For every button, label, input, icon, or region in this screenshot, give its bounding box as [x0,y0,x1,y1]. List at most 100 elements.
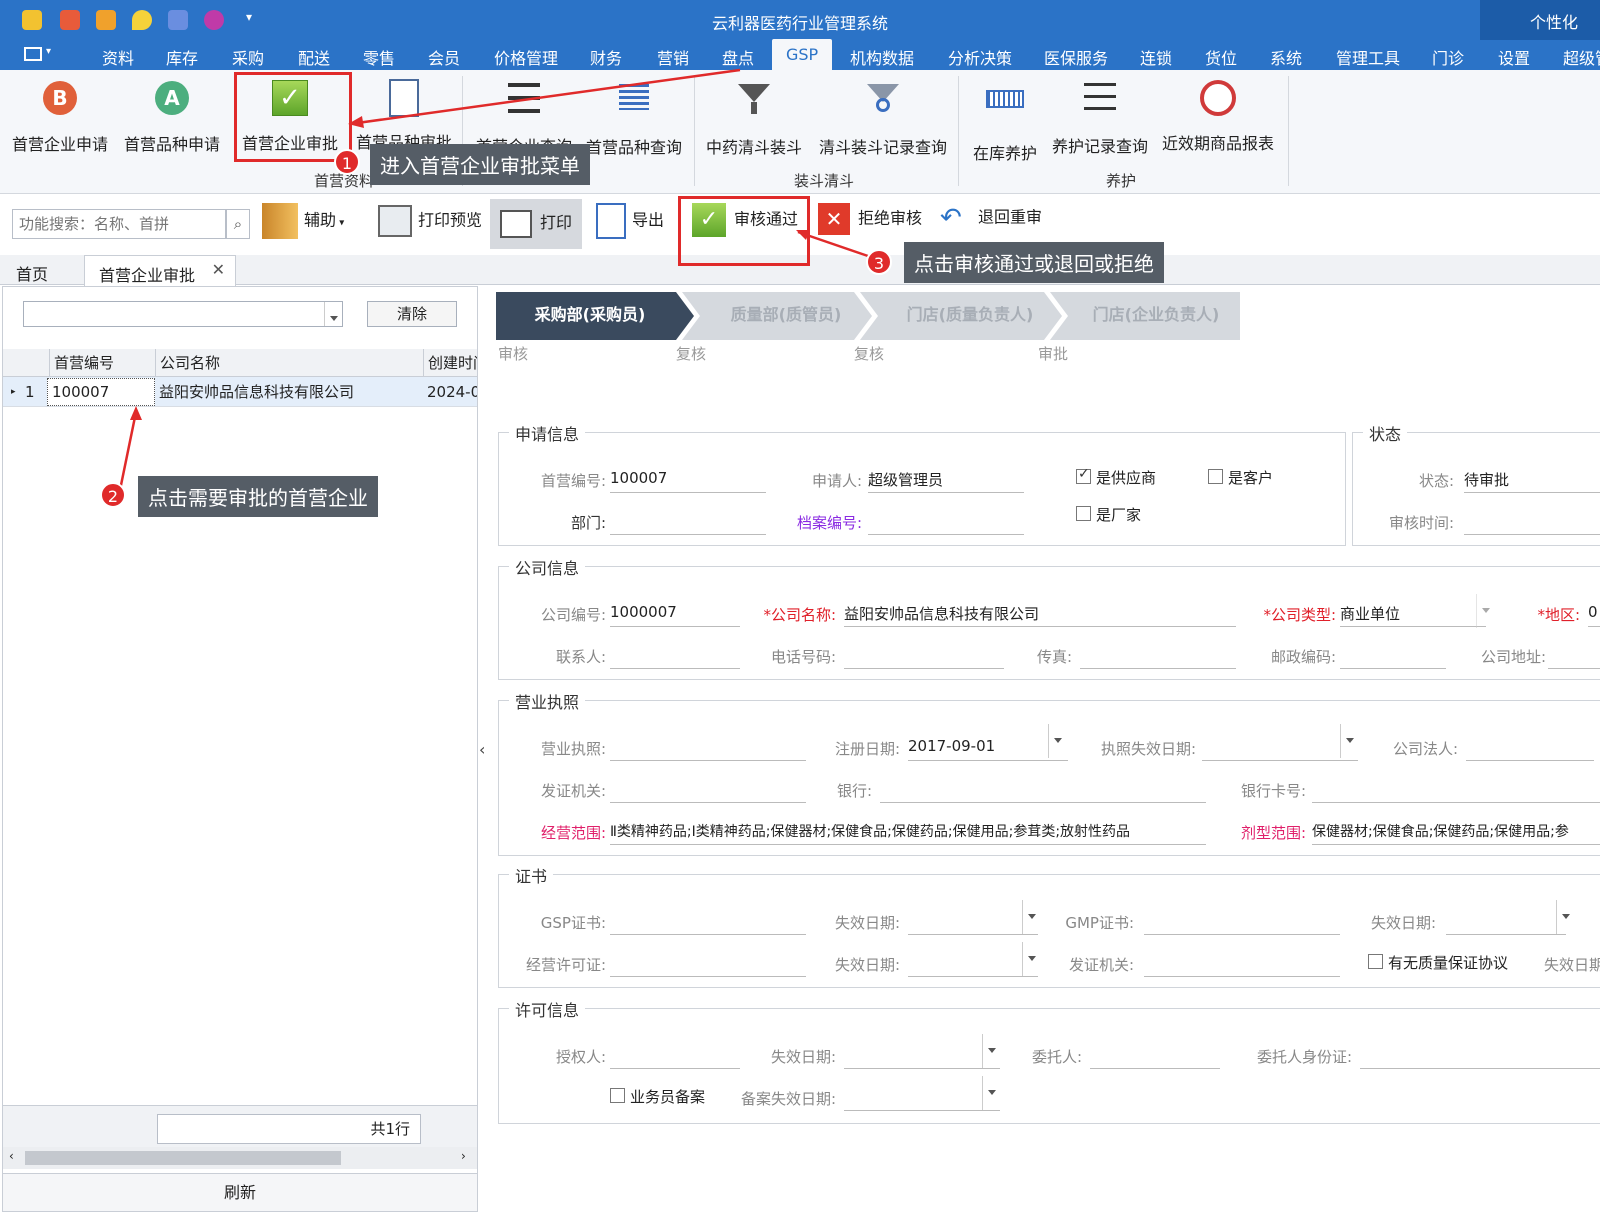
print-button[interactable]: 打印 [490,199,582,249]
table-row[interactable]: ▸ 1 100007 益阳安帅品信息科技有限公司 2024-0 [3,377,477,407]
address-field[interactable] [1548,645,1600,669]
reg-date-field[interactable]: 2017-09-01 [908,737,1068,761]
menu-tab-analysis[interactable]: 分析决策 [948,45,1012,69]
near-expiry-report-button[interactable]: 近效期商品报表 [1162,78,1274,154]
company-name-field[interactable]: 益阳安帅品信息科技有限公司 [844,603,1236,627]
menu-tab-delivery[interactable]: 配送 [298,45,330,69]
gsp-cert-field[interactable] [610,911,806,935]
gsp-expiry-field[interactable] [908,911,1038,935]
menu-tab-retail[interactable]: 零售 [363,45,395,69]
is-manufacturer-checkbox[interactable] [1076,506,1091,521]
in-stock-maintenance-button[interactable]: 在库养护 [970,78,1040,164]
row-created-cell[interactable]: 2024-0 [427,377,477,407]
menu-tab-purchase[interactable]: 采购 [232,45,264,69]
legal-person-field[interactable] [1466,737,1594,761]
gmp-expiry-dropdown-icon[interactable] [1556,900,1574,934]
menu-tab-super[interactable]: 超级管 [1563,45,1600,69]
menu-tab-data[interactable]: 资料 [102,45,134,69]
menu-tab-insurance[interactable]: 医保服务 [1044,45,1108,69]
contact-field[interactable] [610,645,740,669]
bank-card-field[interactable] [1312,779,1600,803]
company-type-field[interactable]: 商业单位 [1340,603,1486,627]
is-supplier-checkbox[interactable] [1076,466,1091,484]
menu-tab-gsp[interactable]: GSP [772,39,833,70]
license-expiry-dropdown-icon[interactable] [1340,724,1358,758]
record-expiry-field[interactable] [844,1087,1000,1111]
tab-home[interactable]: 首页 [16,261,48,285]
license-expiry-field[interactable] [1202,737,1358,761]
combo-dropdown-icon[interactable] [324,302,342,326]
column-header-code[interactable]: 首营编号 [49,349,155,377]
scroll-thumb[interactable] [25,1151,341,1165]
menu-tab-tools[interactable]: 管理工具 [1336,45,1400,69]
bank-field[interactable] [880,779,1206,803]
clear-button[interactable]: 清除 [367,301,457,327]
herb-clear-fill-button[interactable]: 中药清斗装斗 [706,78,802,158]
scroll-right-icon[interactable]: › [461,1149,466,1163]
collapse-panel-icon[interactable]: ‹ [479,740,485,759]
issuer-field[interactable] [610,779,806,803]
menu-tab-stock[interactable]: 库存 [166,45,198,69]
menu-tab-finance[interactable]: 财务 [590,45,622,69]
salesman-record-checkbox[interactable] [610,1088,625,1103]
phone-field[interactable] [844,645,1004,669]
trustee-id-field[interactable] [1360,1045,1600,1069]
gmp-cert-field[interactable] [1144,911,1340,935]
row-code-cell[interactable]: 100007 [47,378,155,406]
column-header-company[interactable]: 公司名称 [155,349,423,377]
auth-expiry-dropdown-icon[interactable] [982,1034,1000,1068]
quality-agreement-checkbox[interactable] [1368,954,1383,969]
print-preview-button[interactable]: 打印预览 [378,205,482,237]
dept-field[interactable] [610,511,766,535]
close-tab-icon[interactable]: ✕ [212,260,225,279]
applicant-field[interactable]: 超级管理员 [868,469,1024,493]
view-menu-icon[interactable] [24,47,42,61]
horizontal-scrollbar[interactable]: ‹ › [3,1147,477,1169]
maintenance-record-query-button[interactable]: 养护记录查询 [1052,78,1148,157]
first-variety-approve-button[interactable]: 首营品种审批 [354,78,454,153]
permit-issuer-field[interactable] [1144,953,1340,977]
filter-combo[interactable] [23,301,343,327]
gsp-expiry-dropdown-icon[interactable] [1022,900,1040,934]
auth-expiry-field[interactable] [844,1045,1000,1069]
function-search-input[interactable] [12,209,226,239]
export-button[interactable]: 导出 [596,203,664,239]
tab-first-enterprise-approve[interactable]: 首营企业审批 ✕ [84,255,236,286]
menu-tab-marketing[interactable]: 营销 [657,45,689,69]
region-field[interactable]: 0 [1588,603,1600,627]
refresh-button[interactable]: 刷新 [3,1173,477,1211]
gmp-expiry-field[interactable] [1446,911,1566,935]
first-variety-apply-button[interactable]: A 首营品种申请 [124,78,220,155]
reg-date-dropdown-icon[interactable] [1048,724,1066,758]
menu-tab-chain[interactable]: 连锁 [1140,45,1172,69]
is-customer-checkbox[interactable] [1208,469,1223,484]
company-type-dropdown-icon[interactable] [1476,594,1494,628]
personalize-button[interactable]: 个性化 [1530,9,1578,33]
first-enterprise-apply-button[interactable]: B 首营企业申请 [12,78,108,155]
menu-tab-member[interactable]: 会员 [428,45,460,69]
dosage-scope-field[interactable]: 保健器材;保健食品;保健药品;保健用品;参 [1312,821,1600,845]
zip-field[interactable] [1340,645,1446,669]
menu-tab-price[interactable]: 价格管理 [494,45,558,69]
archive-field[interactable] [868,511,1024,535]
trustee-field[interactable] [1090,1045,1220,1069]
menu-tab-clinic[interactable]: 门诊 [1432,45,1464,69]
reject-button[interactable]: ✕ 拒绝审核 [818,203,922,235]
column-header-created[interactable]: 创建时间 [423,349,477,377]
apply-code-field[interactable]: 100007 [610,469,766,493]
license-field[interactable] [610,737,806,761]
record-expiry-dropdown-icon[interactable] [982,1076,1000,1110]
row-company-cell[interactable]: 益阳安帅品信息科技有限公司 [159,377,354,407]
view-menu-dropdown-icon[interactable]: ▾ [46,46,51,57]
return-button[interactable]: ↶ 退回重审 [940,203,1042,233]
company-code-field[interactable]: 1000007 [610,603,740,627]
first-variety-query-button[interactable]: 首营品种查询 [584,78,684,158]
authorizer-field[interactable] [610,1045,740,1069]
scroll-left-icon[interactable]: ‹ [9,1149,14,1163]
search-icon[interactable]: ⌕ [226,209,250,239]
menu-tab-system[interactable]: 系统 [1270,45,1302,69]
assist-button[interactable]: 辅助 ▾ [262,203,344,239]
menu-tab-settings[interactable]: 设置 [1498,45,1530,69]
permit-expiry-field[interactable] [908,953,1038,977]
permit-cert-field[interactable] [610,953,806,977]
